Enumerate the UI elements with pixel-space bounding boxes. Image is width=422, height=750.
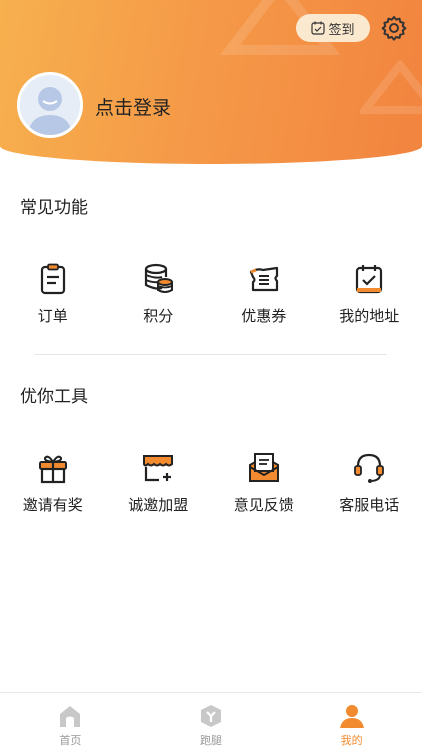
login-prompt[interactable]: 点击登录 [95, 93, 171, 120]
bottom-tab-bar: 首页 跑腿 我的 [0, 692, 422, 750]
calendar-check-icon [311, 21, 326, 35]
checkin-label: 签到 [328, 22, 355, 38]
decorative-shape-icon [360, 60, 422, 114]
tools-grid: 邀请有奖 诚邀加盟 意见反馈 客服电话 [0, 451, 422, 515]
ticket-icon [249, 266, 278, 292]
franchise-label: 诚邀加盟 [128, 496, 189, 514]
checkin-button[interactable]: 签到 [296, 14, 370, 42]
default-avatar-icon [20, 75, 80, 135]
customer-service-entry[interactable]: 客服电话 [317, 451, 422, 515]
address-label: 我的地址 [339, 307, 400, 325]
headset-icon [354, 453, 385, 483]
invite-entry[interactable]: 邀请有奖 [0, 451, 106, 515]
address-entry[interactable]: 我的地址 [317, 262, 422, 326]
settings-gear-icon[interactable] [381, 15, 407, 41]
tab-home[interactable]: 首页 [0, 693, 141, 750]
avatar[interactable] [17, 72, 83, 138]
coupons-label: 优惠券 [241, 307, 287, 325]
section-divider [35, 354, 387, 355]
home-icon [60, 706, 81, 727]
common-functions-title: 常见功能 [20, 198, 88, 218]
common-functions-grid: 订单 积分 优惠券 我的地址 [0, 262, 422, 326]
gift-icon [38, 455, 67, 484]
errand-icon [201, 705, 221, 727]
tab-mine[interactable]: 我的 [281, 693, 422, 750]
points-label: 积分 [143, 307, 174, 325]
check-box-icon [356, 265, 383, 294]
user-icon [339, 705, 364, 728]
coins-icon [145, 263, 174, 293]
tools-title: 优你工具 [20, 387, 88, 407]
tab-mine-label: 我的 [340, 734, 363, 747]
coupons-entry[interactable]: 优惠券 [211, 262, 317, 326]
storefront-icon [143, 455, 174, 482]
profile-header: 签到 点击登录 [0, 0, 422, 164]
clipboard-icon [40, 263, 65, 295]
customer-service-label: 客服电话 [339, 496, 400, 514]
tab-errand[interactable]: 跑腿 [141, 693, 282, 750]
feedback-label: 意见反馈 [233, 496, 294, 514]
tab-errand-label: 跑腿 [200, 734, 222, 747]
points-entry[interactable]: 积分 [106, 262, 212, 326]
orders-label: 订单 [37, 307, 68, 325]
feedback-entry[interactable]: 意见反馈 [211, 451, 317, 515]
invite-label: 邀请有奖 [22, 496, 83, 514]
orders-entry[interactable]: 订单 [0, 262, 106, 326]
franchise-entry[interactable]: 诚邀加盟 [106, 451, 212, 515]
envelope-icon [248, 453, 279, 482]
tab-home-label: 首页 [59, 734, 82, 747]
